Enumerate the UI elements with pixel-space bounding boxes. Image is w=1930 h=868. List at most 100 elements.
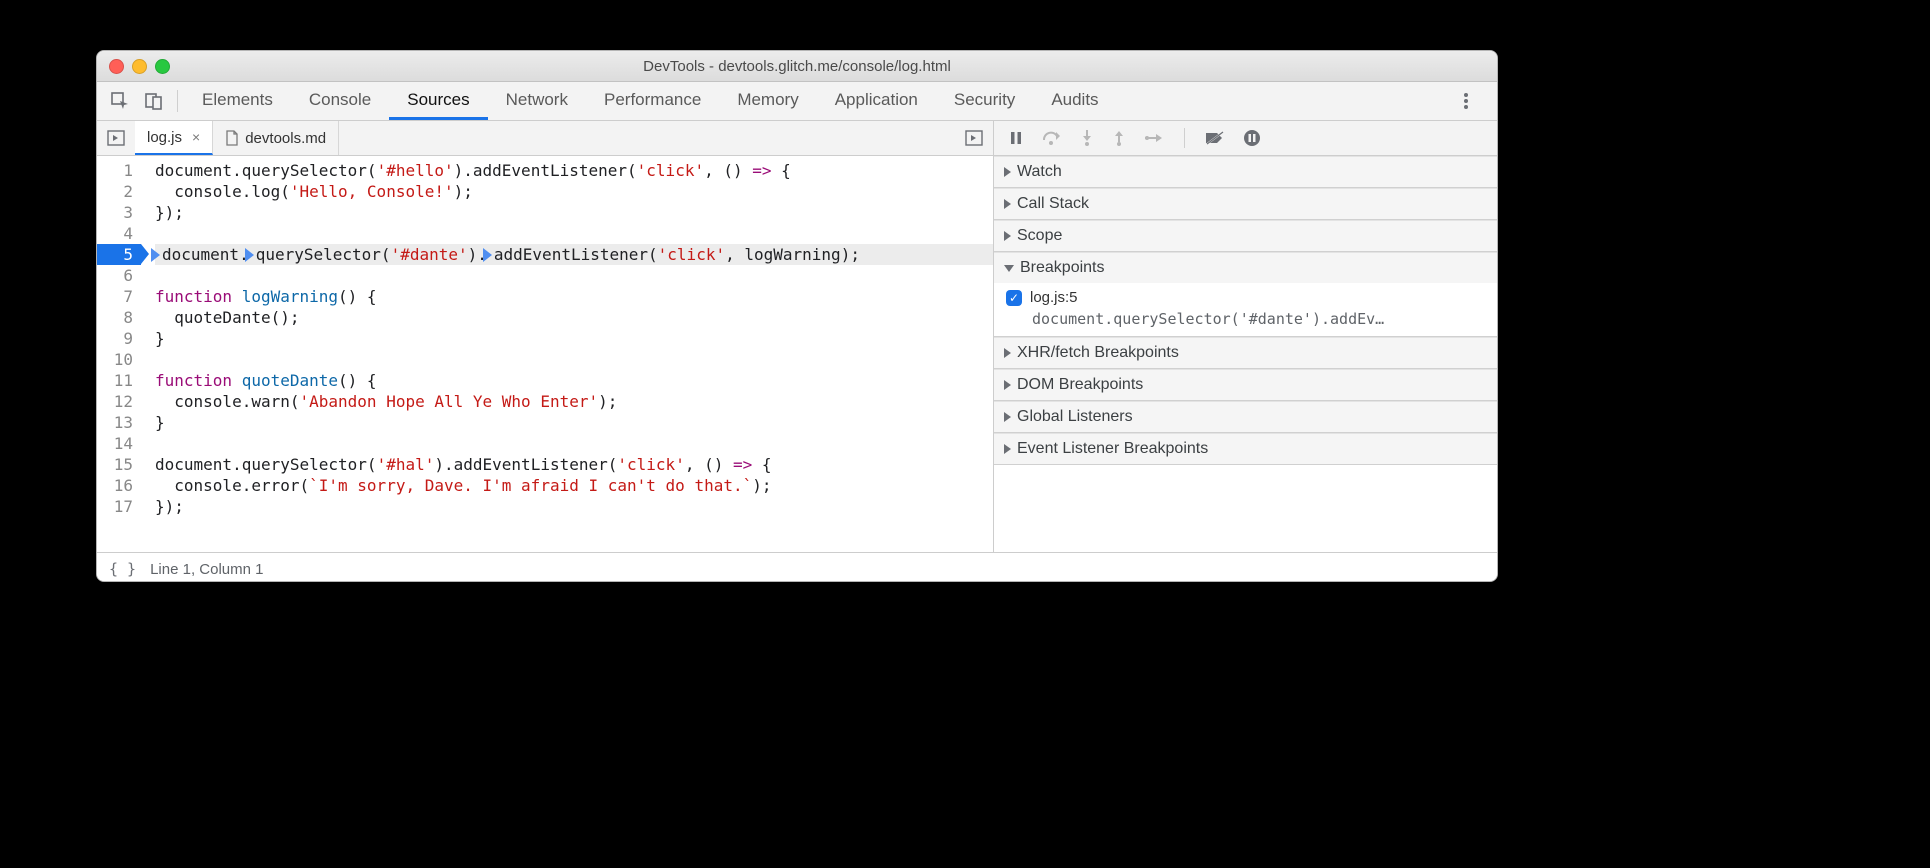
code-line[interactable] (155, 223, 993, 244)
code-line[interactable]: console.log('Hello, Console!'); (155, 181, 993, 202)
code-line[interactable]: } (155, 412, 993, 433)
breakpoint-checkbox[interactable]: ✓ (1006, 290, 1022, 306)
panel-header[interactable]: Scope (994, 220, 1497, 251)
panel-header[interactable]: Call Stack (994, 188, 1497, 219)
code-editor[interactable]: 1234567891011121314151617 document.query… (97, 156, 994, 552)
panel-scope: Scope (994, 220, 1497, 252)
call-marker-icon (483, 248, 492, 262)
code-line[interactable]: function logWarning() { (155, 286, 993, 307)
line-number[interactable]: 5 (97, 244, 141, 265)
step-into-icon[interactable] (1080, 129, 1094, 147)
chevron-right-icon (1004, 199, 1011, 209)
line-number[interactable]: 15 (97, 454, 141, 475)
panel-breakpoints: Breakpoints ✓log.js:5document.querySelect… (994, 252, 1497, 337)
line-number[interactable]: 14 (97, 433, 141, 454)
line-number[interactable]: 4 (97, 223, 141, 244)
navigator-toggle-icon[interactable] (97, 121, 135, 155)
line-number[interactable]: 6 (97, 265, 141, 286)
line-number[interactable]: 10 (97, 349, 141, 370)
code-line[interactable]: quoteDante(); (155, 307, 993, 328)
file-tab-label: log.js (147, 129, 182, 146)
tab-security[interactable]: Security (936, 82, 1033, 120)
line-number[interactable]: 7 (97, 286, 141, 307)
cursor-position: Line 1, Column 1 (150, 561, 263, 578)
code-line[interactable]: }); (155, 496, 993, 517)
panel-header[interactable]: XHR/fetch Breakpoints (994, 337, 1497, 368)
chevron-right-icon (1004, 380, 1011, 390)
panel-xhr-fetch-breakpoints: XHR/fetch Breakpoints (994, 337, 1497, 369)
breakpoint-preview: document.querySelector('#dante').addEv… (1006, 306, 1487, 328)
code-line[interactable] (155, 433, 993, 454)
step-over-icon[interactable] (1042, 130, 1062, 146)
code-line[interactable]: console.error(`I'm sorry, Dave. I'm afra… (155, 475, 993, 496)
device-toolbar-icon[interactable] (137, 91, 171, 111)
devtools-window: DevTools - devtools.glitch.me/console/lo… (96, 50, 1498, 582)
window-title: DevTools - devtools.glitch.me/console/lo… (97, 58, 1497, 75)
line-number[interactable]: 9 (97, 328, 141, 349)
panel-header[interactable]: Breakpoints (994, 252, 1497, 283)
code-line[interactable] (155, 349, 993, 370)
chevron-right-icon (1004, 231, 1011, 241)
minimize-window-button[interactable] (132, 59, 147, 74)
line-number[interactable]: 16 (97, 475, 141, 496)
pretty-print-icon[interactable]: { } (109, 560, 136, 578)
panel-global-listeners: Global Listeners (994, 401, 1497, 433)
line-number[interactable]: 1 (97, 160, 141, 181)
line-number-gutter[interactable]: 1234567891011121314151617 (97, 156, 141, 517)
panel-label: Call Stack (1017, 195, 1089, 213)
tab-audits[interactable]: Audits (1033, 82, 1116, 120)
pause-script-icon[interactable] (1008, 130, 1024, 146)
step-out-icon[interactable] (1112, 129, 1126, 147)
close-icon[interactable]: × (192, 129, 200, 145)
panel-header[interactable]: Global Listeners (994, 401, 1497, 432)
deactivate-breakpoints-icon[interactable] (1205, 130, 1225, 146)
code-line[interactable]: function quoteDante() { (155, 370, 993, 391)
tab-elements[interactable]: Elements (184, 82, 291, 120)
status-bar: { } Line 1, Column 1 (97, 552, 1497, 582)
line-number[interactable]: 8 (97, 307, 141, 328)
titlebar: DevTools - devtools.glitch.me/console/lo… (97, 51, 1497, 82)
code-line[interactable]: } (155, 328, 993, 349)
main-area: 1234567891011121314151617 document.query… (97, 156, 1497, 552)
line-number[interactable]: 11 (97, 370, 141, 391)
panel-label: Watch (1017, 163, 1062, 181)
panel-header[interactable]: Watch (994, 156, 1497, 187)
panel-header[interactable]: DOM Breakpoints (994, 369, 1497, 400)
code-line[interactable] (155, 265, 993, 286)
file-tab-devtools-md[interactable]: devtools.md (213, 121, 339, 155)
chevron-right-icon (1004, 412, 1011, 422)
panel-dom-breakpoints: DOM Breakpoints (994, 369, 1497, 401)
chevron-right-icon (1004, 444, 1011, 454)
code-line[interactable]: console.warn('Abandon Hope All Ye Who En… (155, 391, 993, 412)
line-number[interactable]: 13 (97, 412, 141, 433)
file-tab-log-js[interactable]: log.js × (135, 121, 213, 155)
tab-application[interactable]: Application (817, 82, 936, 120)
debugger-toggle-icon[interactable] (955, 121, 993, 155)
panel-label: Global Listeners (1017, 408, 1133, 426)
tab-network[interactable]: Network (488, 82, 586, 120)
close-window-button[interactable] (109, 59, 124, 74)
pause-on-exceptions-icon[interactable] (1243, 129, 1261, 147)
code-line[interactable]: }); (155, 202, 993, 223)
kebab-menu-icon[interactable] (1449, 91, 1483, 111)
line-number[interactable]: 12 (97, 391, 141, 412)
line-number[interactable]: 2 (97, 181, 141, 202)
line-number[interactable]: 3 (97, 202, 141, 223)
step-icon[interactable] (1144, 131, 1164, 145)
panel-label: DOM Breakpoints (1017, 376, 1143, 394)
tab-console[interactable]: Console (291, 82, 389, 120)
tab-performance[interactable]: Performance (586, 82, 719, 120)
code-line[interactable]: document.querySelector('#hello').addEven… (155, 160, 993, 181)
panel-label: Breakpoints (1020, 259, 1105, 277)
panel-header[interactable]: Event Listener Breakpoints (994, 433, 1497, 464)
line-number[interactable]: 17 (97, 496, 141, 517)
code-line[interactable]: document.querySelector('#dante').addEven… (155, 244, 993, 265)
inspect-element-icon[interactable] (103, 91, 137, 111)
zoom-window-button[interactable] (155, 59, 170, 74)
tab-sources[interactable]: Sources (389, 82, 487, 120)
breakpoint-item[interactable]: ✓log.js:5document.querySelector('#dante'… (994, 283, 1497, 336)
tab-memory[interactable]: Memory (719, 82, 816, 120)
code-lines[interactable]: document.querySelector('#hello').addEven… (141, 156, 993, 517)
traffic-lights (97, 59, 170, 74)
code-line[interactable]: document.querySelector('#hal').addEventL… (155, 454, 993, 475)
